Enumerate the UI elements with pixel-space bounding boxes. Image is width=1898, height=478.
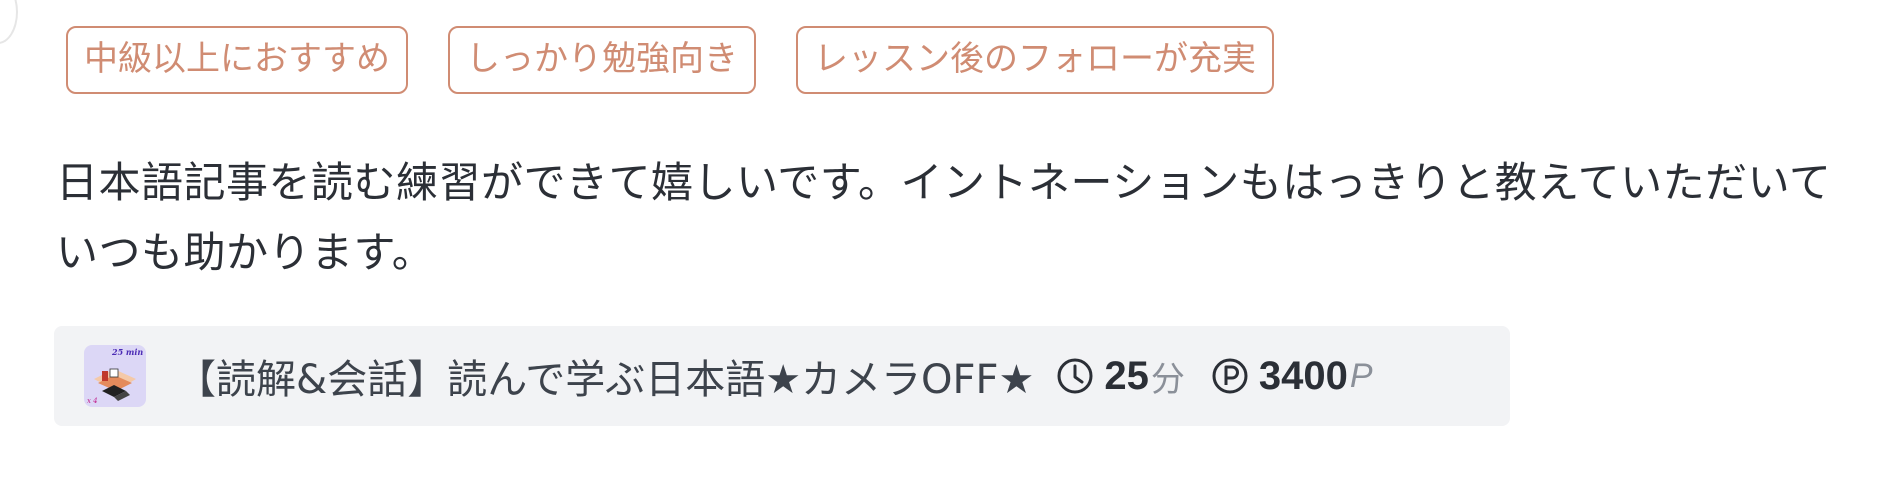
- tag-advanced: 中級以上におすすめ: [66, 26, 408, 94]
- avatar-edge: [0, 0, 18, 44]
- lesson-duration: 25 分: [1056, 352, 1185, 401]
- lesson-thumbnail: 25 min x 4: [84, 345, 146, 407]
- points-icon: [1212, 358, 1248, 394]
- review-tags: 中級以上におすすめ しっかり勉強向き レッスン後のフォローが充実: [66, 26, 1274, 94]
- points-unit: P: [1349, 356, 1373, 395]
- clock-icon: [1057, 358, 1093, 394]
- thumbnail-caption: 25 min: [111, 347, 143, 357]
- review-text: 日本語記事を読む練習ができて嬉しいです。イントネーションもはっきりと教えていただ…: [56, 158, 1832, 277]
- duration-value: 25: [1104, 353, 1149, 398]
- duration-unit: 分: [1150, 359, 1185, 400]
- thumbnail-badge: x 4: [87, 397, 98, 405]
- points-value: 3400: [1258, 353, 1348, 398]
- lesson-title: 【読解&会話】読んで学ぶ日本語★カメラOFF★: [176, 357, 1035, 403]
- tag-followup: レッスン後のフォローが充実: [796, 26, 1274, 94]
- lesson-card[interactable]: 25 min x 4 【読解&会話】読んで学ぶ日本語★カメラOFF★ 25 分 …: [54, 326, 1510, 426]
- lesson-price: 3400 P: [1211, 354, 1373, 399]
- tag-study: しっかり勉強向き: [448, 26, 756, 94]
